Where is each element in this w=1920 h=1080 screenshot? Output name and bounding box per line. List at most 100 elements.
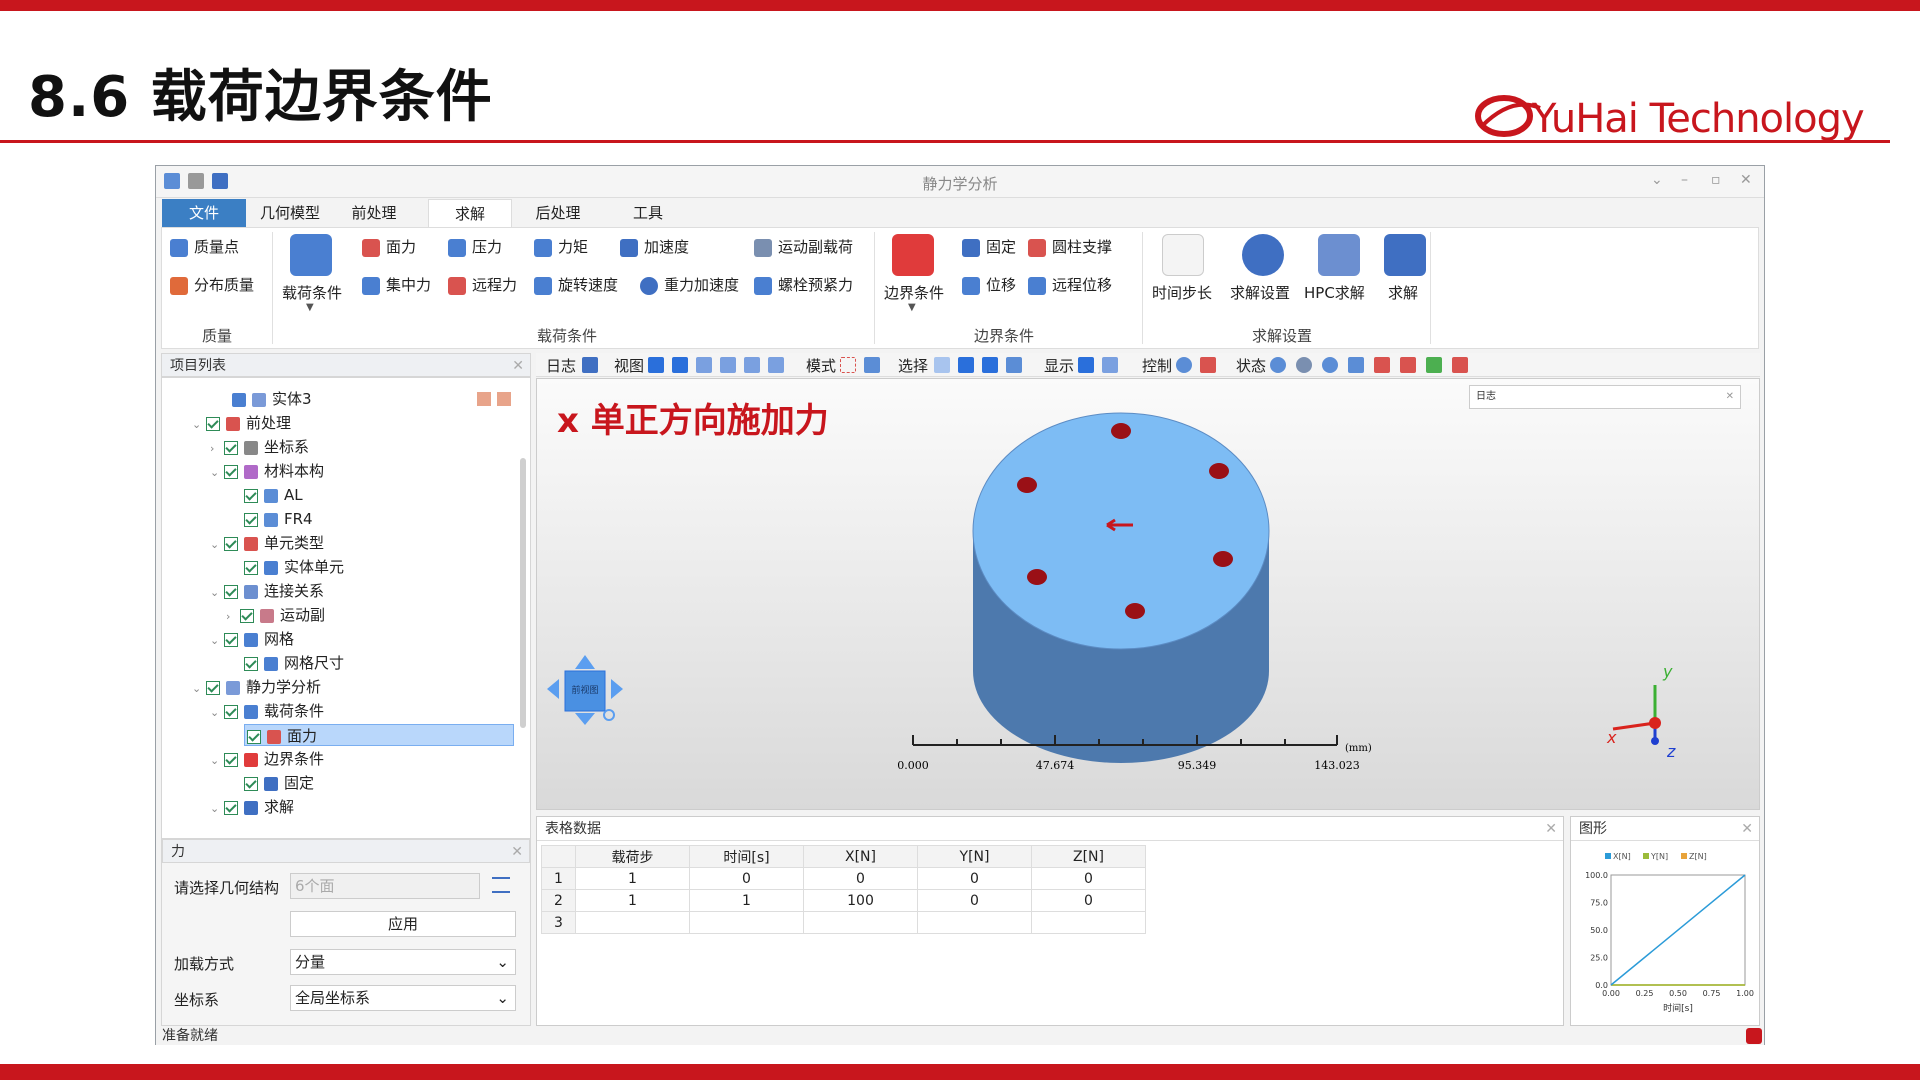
view-front-icon[interactable] xyxy=(648,357,664,373)
collapse-icon[interactable]: ⌄ xyxy=(1651,172,1663,188)
rot-speed-button[interactable]: 旋转速度 xyxy=(534,274,618,295)
minimize-icon[interactable]: – xyxy=(1681,172,1688,188)
3d-viewport[interactable]: x 单正方向施加力 日志 ✕ 0.000 47.674 95.349 143.0… xyxy=(536,378,1760,810)
show-icon[interactable] xyxy=(1296,357,1312,373)
checkbox[interactable] xyxy=(206,416,220,431)
time-step-button[interactable]: 时间步长 xyxy=(1152,282,1212,303)
chevron-down-icon[interactable]: ⌄ xyxy=(210,750,224,772)
data-table[interactable]: 载荷步 时间[s] X[N] Y[N] Z[N] 1 1 0 0 0 0 2 1 xyxy=(541,845,1146,934)
solve-setting-button[interactable]: 求解设置 xyxy=(1230,282,1290,303)
close-icon[interactable]: ✕ xyxy=(511,840,523,864)
bolt-button[interactable]: 螺栓预紧力 xyxy=(754,274,853,295)
menu-tools[interactable]: 工具 xyxy=(606,199,690,227)
chevron-down-icon[interactable]: ⌄ xyxy=(192,414,206,436)
tree-item-mesh-size[interactable]: 网格尺寸 xyxy=(244,652,344,674)
chevron-down-icon[interactable]: ⌄ xyxy=(210,798,224,820)
view-cube[interactable]: 前视图 xyxy=(547,655,623,725)
toolbar-log[interactable]: 日志 xyxy=(546,355,576,376)
pointer-icon[interactable] xyxy=(864,357,880,373)
load-mode-select[interactable]: 分量 ⌄ xyxy=(290,949,516,975)
chevron-down-icon[interactable]: ⌄ xyxy=(210,702,224,724)
maximize-icon[interactable]: ▫ xyxy=(1711,172,1721,188)
geom-field[interactable]: 6个面 xyxy=(290,873,480,899)
tree-item-al[interactable]: AL xyxy=(244,484,303,506)
hpc-button[interactable]: HPC求解 xyxy=(1304,282,1365,303)
tree-item-joint[interactable]: › 运动副 xyxy=(226,604,325,626)
eye-icon[interactable] xyxy=(1322,357,1338,373)
face-force-button[interactable]: 面力 xyxy=(362,236,416,257)
tree-item-preprocess[interactable]: ⌄ 前处理 xyxy=(192,412,291,434)
menu-solve[interactable]: 求解 xyxy=(428,199,512,227)
hide-icon[interactable] xyxy=(1270,357,1286,373)
table-cell[interactable]: 0 xyxy=(917,889,1032,912)
chevron-down-icon[interactable]: ⌄ xyxy=(210,534,224,556)
tree-item-connection[interactable]: ⌄ 连接关系 xyxy=(210,580,324,602)
stop-icon[interactable] xyxy=(1400,357,1416,373)
display-mesh-icon[interactable] xyxy=(1102,357,1118,373)
cyl-support-button[interactable]: 圆柱支撑 xyxy=(1028,236,1112,257)
conc-force-button[interactable]: 集中力 xyxy=(362,274,431,295)
arrows-icon[interactable] xyxy=(1452,357,1468,373)
tree-scrollbar[interactable] xyxy=(520,458,526,728)
menu-preprocess[interactable]: 前处理 xyxy=(332,199,416,227)
box-select-icon[interactable] xyxy=(840,357,856,373)
tree-item-mesh[interactable]: ⌄ 网格 xyxy=(210,628,294,650)
pan-icon[interactable] xyxy=(1176,357,1192,373)
chevron-down-icon[interactable]: ⌄ xyxy=(210,630,224,652)
table-cell[interactable]: 0 xyxy=(689,867,804,890)
select-body-icon[interactable] xyxy=(1006,357,1022,373)
checkbox[interactable] xyxy=(224,536,238,551)
log-icon[interactable] xyxy=(582,357,598,373)
toolbar-state[interactable]: 状态 xyxy=(1236,355,1266,376)
chevron-down-icon[interactable]: ⌄ xyxy=(496,986,509,1010)
checkbox[interactable] xyxy=(224,752,238,767)
tree-item-solve[interactable]: ⌄ 求解 xyxy=(210,796,294,818)
tree-item-coordinate[interactable]: › 坐标系 xyxy=(210,436,309,458)
checkbox[interactable] xyxy=(247,729,261,744)
gravity-button[interactable]: 重力加速度 xyxy=(640,274,739,295)
chevron-down-icon[interactable]: ⌄ xyxy=(210,462,224,484)
table-cell[interactable]: 0 xyxy=(803,867,918,890)
chevron-down-icon[interactable]: ⌄ xyxy=(210,582,224,604)
tree-item-material[interactable]: ⌄ 材料本构 xyxy=(210,460,324,482)
dist-mass-button[interactable]: 分布质量 xyxy=(170,274,254,295)
toolbar-view[interactable]: 视图 xyxy=(614,355,644,376)
pressure-button[interactable]: 压力 xyxy=(448,236,502,257)
boundary-dropdown-icon[interactable]: ▼ xyxy=(908,302,916,313)
solve-button[interactable]: 求解 xyxy=(1388,282,1418,303)
table-cell[interactable]: 0 xyxy=(1031,889,1146,912)
table-cell[interactable]: 0 xyxy=(1031,867,1146,890)
select-edge-icon[interactable] xyxy=(958,357,974,373)
close-icon[interactable]: ✕ xyxy=(512,354,524,378)
tree-item-static-analysis[interactable]: ⌄ 静力学分析 xyxy=(192,676,321,698)
tree-item-boundary[interactable]: ⌄ 边界条件 xyxy=(210,748,324,770)
chevron-down-icon[interactable]: ⌄ xyxy=(192,678,206,700)
tree-item-element-type[interactable]: ⌄ 单元类型 xyxy=(210,532,324,554)
tree-item-entity3[interactable]: 实体3 xyxy=(232,388,312,410)
checkbox[interactable] xyxy=(224,464,238,479)
checkbox[interactable] xyxy=(206,680,220,695)
lock-icon[interactable] xyxy=(1374,357,1390,373)
shield-icon[interactable] xyxy=(1426,357,1442,373)
checkbox[interactable] xyxy=(224,584,238,599)
zoom-icon[interactable] xyxy=(1200,357,1216,373)
table-cell[interactable]: 1 xyxy=(575,867,690,890)
checkbox[interactable] xyxy=(224,440,238,455)
accel-button[interactable]: 加速度 xyxy=(620,236,689,257)
view-back-icon[interactable] xyxy=(672,357,688,373)
chevron-right-icon[interactable]: › xyxy=(210,438,224,460)
remote-disp-button[interactable]: 远程位移 xyxy=(1028,274,1112,295)
chevron-right-icon[interactable]: › xyxy=(226,606,240,628)
remote-force-button[interactable]: 远程力 xyxy=(448,274,517,295)
table-cell[interactable]: 1 xyxy=(689,889,804,912)
table-cell[interactable] xyxy=(689,911,804,934)
menu-file[interactable]: 文件 xyxy=(162,199,246,227)
boundary-condition-button[interactable]: 边界条件 xyxy=(884,282,944,303)
checkbox[interactable] xyxy=(224,632,238,647)
close-icon[interactable]: ✕ xyxy=(1545,817,1557,841)
load-condition-dropdown-icon[interactable]: ▼ xyxy=(306,302,314,313)
view-right-icon[interactable] xyxy=(720,357,736,373)
checkbox[interactable] xyxy=(244,512,258,527)
tree-item-solid-element[interactable]: 实体单元 xyxy=(244,556,344,578)
tree-item-load-condition[interactable]: ⌄ 载荷条件 xyxy=(210,700,324,722)
